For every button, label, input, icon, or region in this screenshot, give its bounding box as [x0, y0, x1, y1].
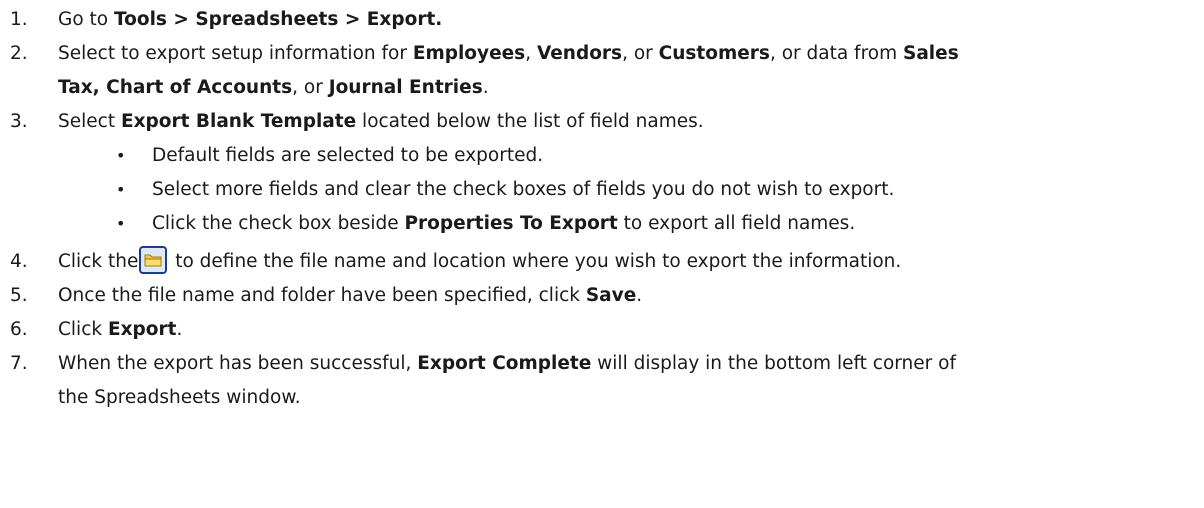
step-5: 5. Once the file name and folder have be…: [0, 279, 1204, 313]
step-4: 4. Click the to define the file name and…: [0, 245, 1204, 279]
step-number: 4.: [10, 251, 28, 272]
step-2: 2. Select to export setup information fo…: [0, 37, 1204, 71]
term-tax-chart: Tax, Chart of Accounts: [58, 77, 293, 98]
step-6: 6. Click Export.: [0, 313, 1204, 347]
term-customers: Customers: [658, 43, 770, 64]
term-sales: Sales: [903, 43, 959, 64]
text-run: to define the file name and location whe…: [169, 251, 902, 272]
term-save: Save: [585, 285, 637, 306]
step-number: 6.: [10, 319, 28, 340]
step-text: When the export has been successful, Exp…: [58, 347, 956, 381]
step-text: the Spreadsheets window.: [58, 387, 301, 408]
step-text: Tax, Chart of Accounts, or Journal Entri…: [58, 71, 489, 105]
bullet-item: • Click the check box beside Properties …: [0, 207, 1204, 241]
text-run: located below the list of field names.: [356, 111, 704, 132]
bullet-marker: •: [116, 180, 126, 199]
folder-icon: [139, 246, 168, 274]
term-vendors: Vendors: [536, 43, 623, 64]
step-number: 7.: [10, 353, 28, 374]
step-7: 7. When the export has been successful, …: [0, 347, 1204, 381]
text-run: Go to: [58, 9, 114, 30]
step-number: 5.: [10, 285, 28, 306]
text-run: .: [636, 285, 643, 306]
text-run: Select: [58, 111, 121, 132]
bullet-text: Default fields are selected to be export…: [152, 145, 544, 166]
bullet-marker: •: [116, 214, 126, 233]
term-journal-entries: Journal Entries: [328, 77, 483, 98]
step-1: 1. Go to Tools > Spreadsheets > Export.: [0, 3, 1204, 37]
menu-path: Tools > Spreadsheets > Export.: [114, 9, 443, 30]
bullet-item: • Default fields are selected to be expo…: [0, 139, 1204, 173]
step-2-continued: Tax, Chart of Accounts, or Journal Entri…: [0, 71, 1204, 105]
text-run: When the export has been successful,: [58, 353, 418, 374]
bullet-text: Click the check box beside Properties To…: [152, 207, 855, 241]
text-run: , or data from: [769, 43, 903, 64]
step-number: 1.: [10, 9, 28, 30]
step-text: Click Export.: [58, 313, 182, 347]
step-7-continued: the Spreadsheets window.: [0, 381, 1204, 415]
text-run: Click the: [58, 251, 139, 272]
text-run: , or: [622, 43, 659, 64]
text-run: .: [176, 319, 183, 340]
text-run: .: [482, 77, 489, 98]
text-run: to export all field names.: [617, 213, 856, 234]
step-number: 3.: [10, 111, 28, 132]
text-run: ,: [525, 43, 537, 64]
text-run: Once the file name and folder have been …: [58, 285, 586, 306]
text-run: , or: [292, 77, 329, 98]
text-run: Select to export setup information for: [58, 43, 413, 64]
text-run: Click: [58, 319, 108, 340]
bullet-text: Select more fields and clear the check b…: [152, 179, 895, 200]
term-export: Export: [107, 319, 177, 340]
step-text: Click the to define the file name and lo…: [58, 245, 901, 279]
step-text: Select Export Blank Template located bel…: [58, 105, 704, 139]
bullet-marker: •: [116, 146, 126, 165]
bullet-item: • Select more fields and clear the check…: [0, 173, 1204, 207]
text-run: will display in the bottom left corner o…: [591, 353, 956, 374]
step-text: Go to Tools > Spreadsheets > Export.: [58, 3, 442, 37]
term-export-complete: Export Complete: [417, 353, 592, 374]
step-number: 2.: [10, 43, 28, 64]
step-text: Once the file name and folder have been …: [58, 279, 642, 313]
term-employees: Employees: [412, 43, 526, 64]
step-3: 3. Select Export Blank Template located …: [0, 105, 1204, 139]
term-properties-to-export: Properties To Export: [404, 213, 618, 234]
term-export-blank-template: Export Blank Template: [120, 111, 357, 132]
step-text: Select to export setup information for E…: [58, 37, 959, 71]
text-run: Click the check box beside: [152, 213, 405, 234]
instructions-document: 1. Go to Tools > Spreadsheets > Export. …: [0, 0, 1204, 508]
